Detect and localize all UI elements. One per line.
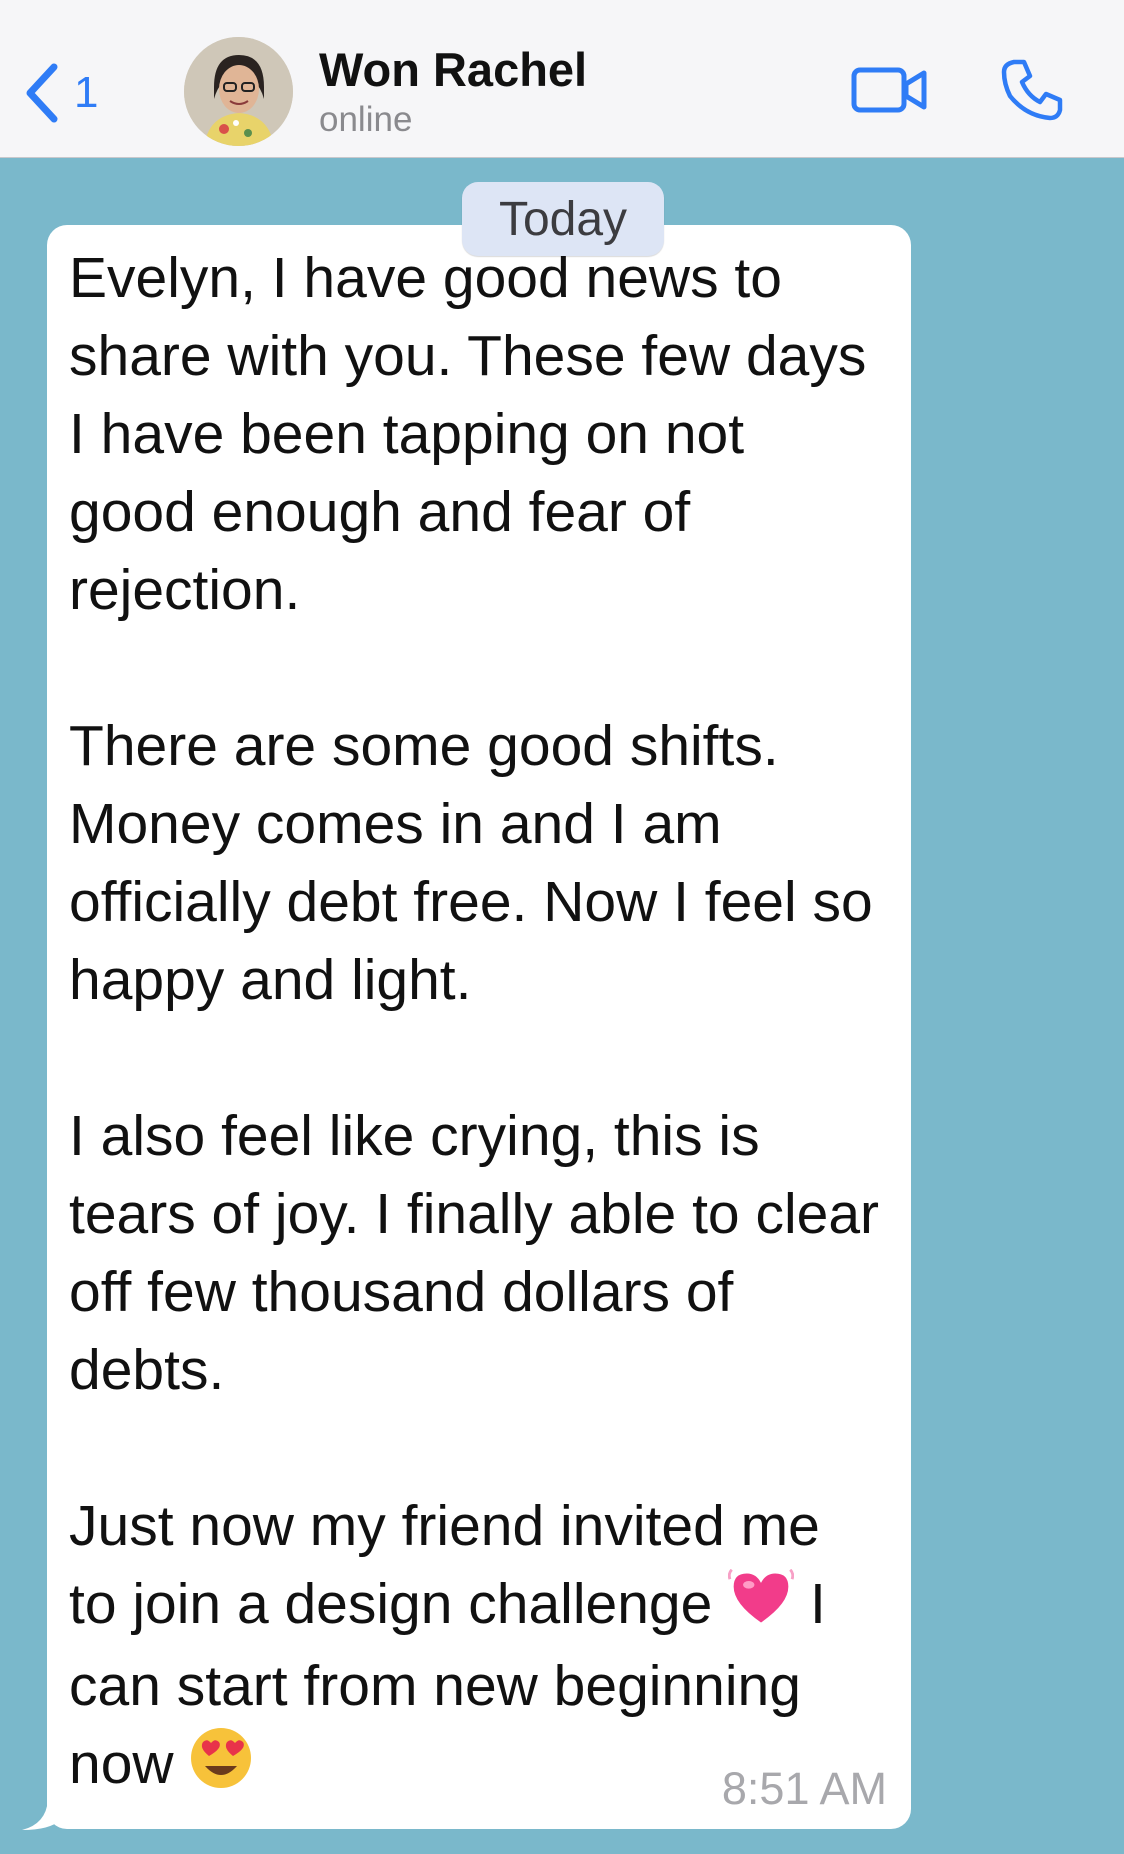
- avatar[interactable]: [184, 37, 293, 146]
- message-paragraph-last: Just now my friend invited me to join a …: [69, 1487, 881, 1810]
- phone-icon: [1001, 59, 1063, 121]
- back-button[interactable]: 1: [22, 58, 98, 128]
- contact-name[interactable]: Won Rachel: [319, 42, 587, 97]
- heart-emoji: [728, 1568, 795, 1647]
- date-separator: Today: [462, 182, 664, 256]
- chat-header: 1 Won Rachel online: [0, 0, 1124, 158]
- message-paragraph: I also feel like crying, this is tears o…: [69, 1104, 879, 1402]
- message-paragraph: There are some good shifts. Money comes …: [69, 714, 873, 1012]
- video-camera-icon: [851, 67, 927, 113]
- message-timestamp: 8:51 AM: [721, 1763, 887, 1814]
- video-call-button[interactable]: [850, 60, 930, 120]
- heart-eyes-emoji: [189, 1726, 253, 1810]
- avatar-image: [184, 37, 293, 146]
- message-paragraph: Evelyn, I have good news to share with y…: [69, 246, 867, 622]
- unread-count: 1: [74, 68, 99, 117]
- message-bubble[interactable]: Evelyn, I have good news to share with y…: [47, 225, 911, 1829]
- contact-status: online: [319, 100, 413, 139]
- message-text-part: Just now my friend invited me to join a …: [69, 1494, 820, 1636]
- voice-call-button[interactable]: [1000, 56, 1066, 122]
- chevron-left-icon: [26, 63, 58, 123]
